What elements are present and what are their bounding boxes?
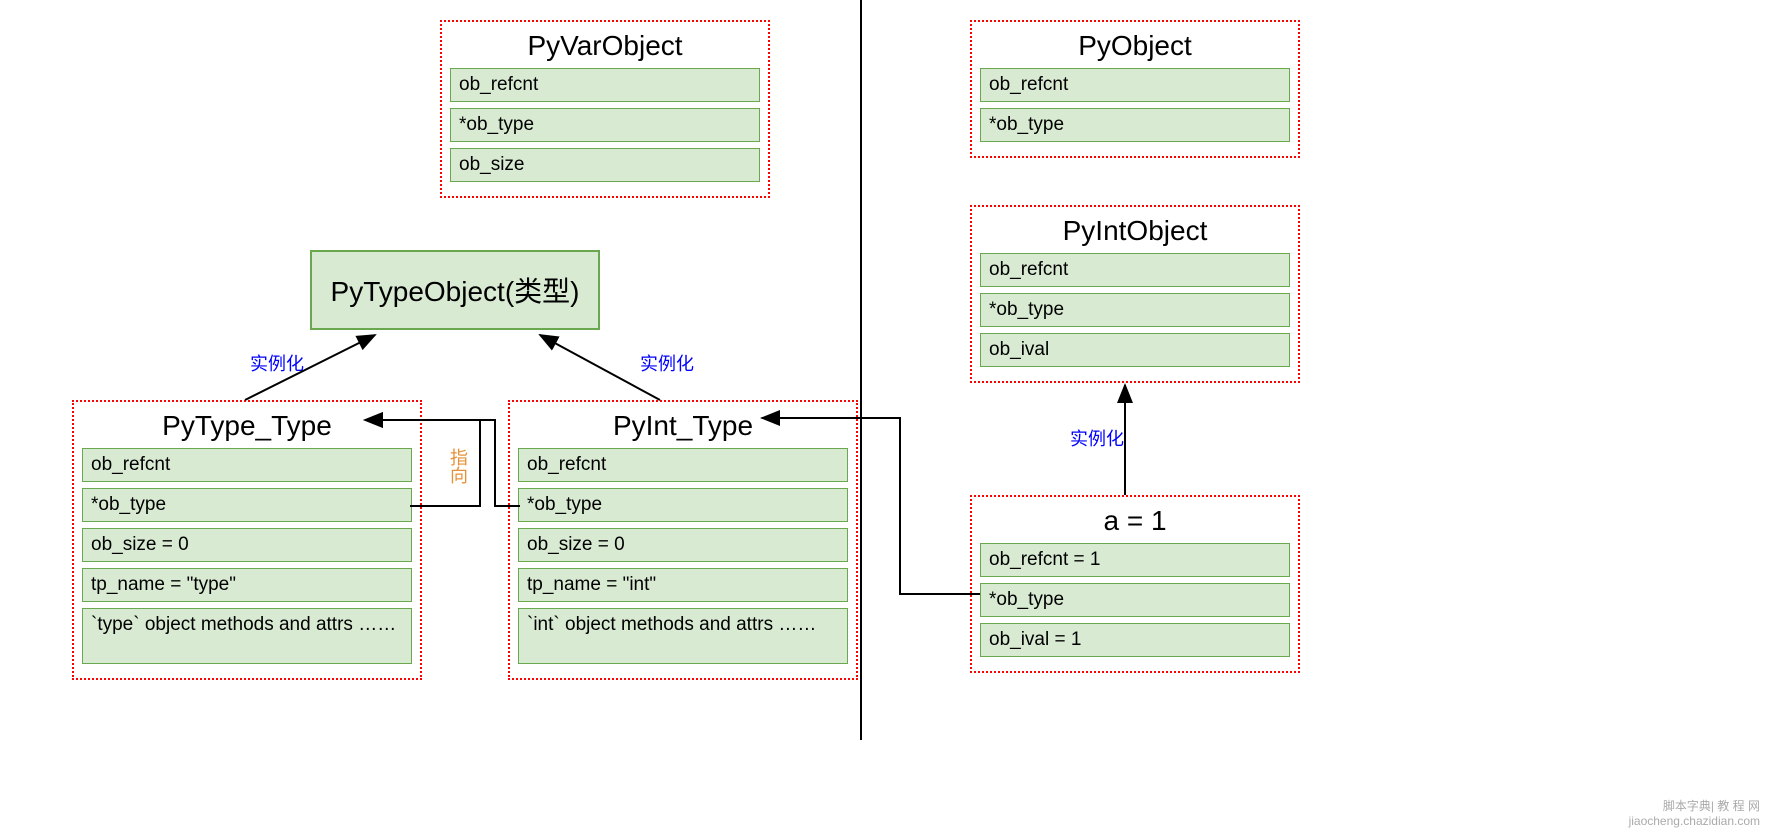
pyvarobject-box: PyVarObject ob_refcnt *ob_type ob_size	[440, 20, 770, 198]
field: *ob_type	[980, 108, 1290, 142]
field: tp_name = "type"	[82, 568, 412, 602]
field: ob_ival	[980, 333, 1290, 367]
field: ob_refcnt	[450, 68, 760, 102]
pytype-type-title: PyType_Type	[82, 410, 412, 442]
field: `int` object methods and attrs ……	[518, 608, 848, 664]
pyintobject-title: PyIntObject	[980, 215, 1290, 247]
field: ob_refcnt	[980, 68, 1290, 102]
pyobject-title: PyObject	[980, 30, 1290, 62]
field: `type` object methods and attrs ……	[82, 608, 412, 664]
field: tp_name = "int"	[518, 568, 848, 602]
instantiate-label-3: 实例化	[1070, 425, 1124, 451]
points-to-label: 指向	[445, 448, 471, 484]
field: ob_size = 0	[518, 528, 848, 562]
field: ob_refcnt	[980, 253, 1290, 287]
pytypeobject-box: PyTypeObject(类型)	[310, 250, 600, 330]
field: *ob_type	[980, 583, 1290, 617]
instantiate-label-1: 实例化	[250, 350, 304, 376]
field: ob_refcnt = 1	[980, 543, 1290, 577]
a-equals-1-title: a = 1	[980, 505, 1290, 537]
field: ob_size = 0	[82, 528, 412, 562]
field: ob_ival = 1	[980, 623, 1290, 657]
pyintobject-box: PyIntObject ob_refcnt *ob_type ob_ival	[970, 205, 1300, 383]
pyint-type-box: PyInt_Type ob_refcnt *ob_type ob_size = …	[508, 400, 858, 680]
a-equals-1-box: a = 1 ob_refcnt = 1 *ob_type ob_ival = 1	[970, 495, 1300, 673]
field: ob_size	[450, 148, 760, 182]
pytype-type-box: PyType_Type ob_refcnt *ob_type ob_size =…	[72, 400, 422, 680]
field: *ob_type	[518, 488, 848, 522]
field: ob_refcnt	[82, 448, 412, 482]
pyint-type-title: PyInt_Type	[518, 410, 848, 442]
vertical-divider	[860, 0, 862, 740]
pyobject-box: PyObject ob_refcnt *ob_type	[970, 20, 1300, 158]
field: ob_refcnt	[518, 448, 848, 482]
field: *ob_type	[450, 108, 760, 142]
pytypeobject-title: PyTypeObject(类型)	[331, 270, 580, 310]
instantiate-label-2: 实例化	[640, 350, 694, 376]
watermark: 脚本字典| 教 程 网 jiaocheng.chazidian.com	[1629, 797, 1760, 828]
field: *ob_type	[980, 293, 1290, 327]
pyvarobject-title: PyVarObject	[450, 30, 760, 62]
field: *ob_type	[82, 488, 412, 522]
